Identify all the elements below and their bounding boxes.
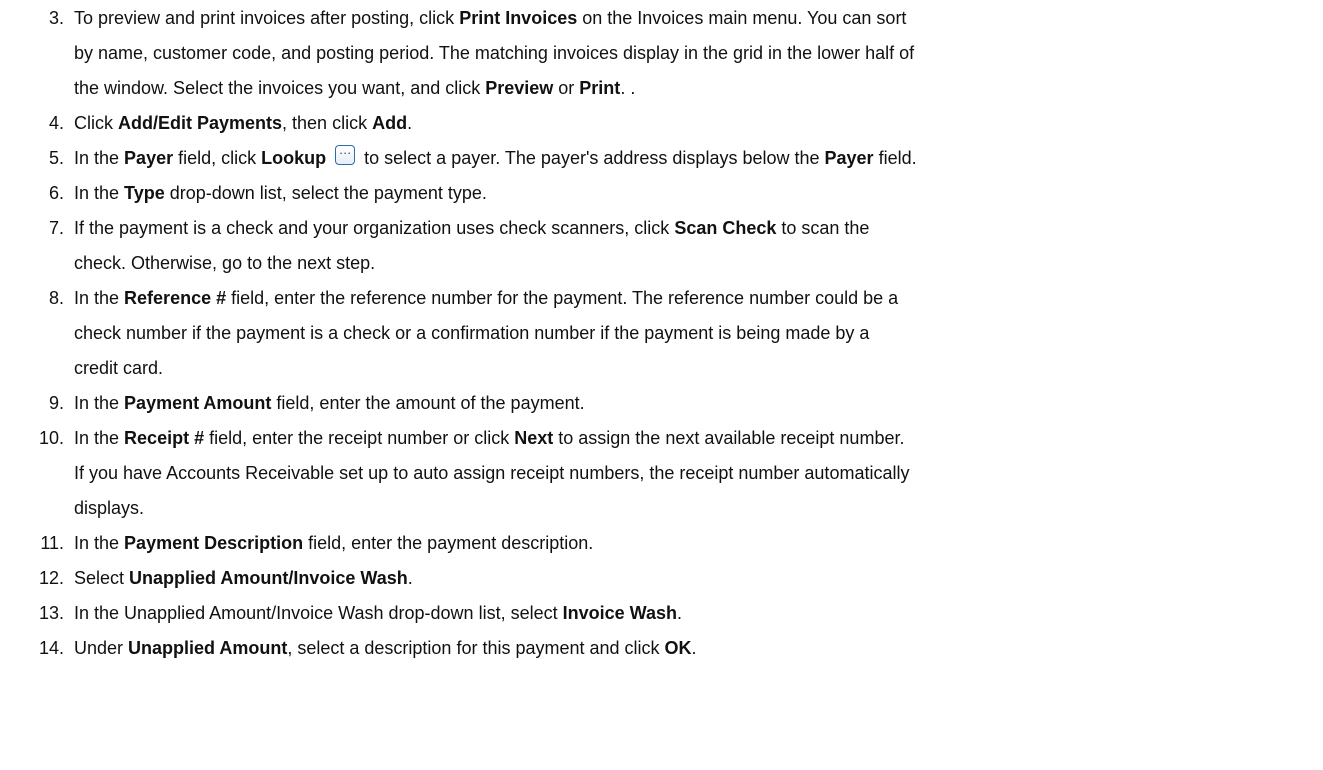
step-text-line: In the Payer field, click Lookup to sele… xyxy=(74,140,1319,176)
ui-term: Reference # xyxy=(124,288,227,308)
ui-term: Payment Description xyxy=(124,533,304,553)
step-number: 3. xyxy=(48,8,64,28)
step-number: 9. xyxy=(48,393,64,413)
ui-term: Print xyxy=(579,78,621,98)
step-text-line: by name, customer code, and posting peri… xyxy=(74,43,915,63)
ui-term: Type xyxy=(124,183,165,203)
ui-term: Receipt # xyxy=(124,428,205,448)
step-item: 11. In the Payment Description field, ent… xyxy=(0,526,1323,561)
step-item: 13. In the Unapplied Amount/Invoice Wash … xyxy=(0,596,1323,631)
step-number: 12. xyxy=(38,568,64,588)
step-number: 7. xyxy=(48,218,64,238)
step-item: 4. Click Add/Edit Payments, then click Ad… xyxy=(0,106,1323,141)
step-text-line: To preview and print invoices after post… xyxy=(74,8,907,28)
step-text-line: In the Unapplied Amount/Invoice Wash dro… xyxy=(74,603,682,623)
step-number: 10. xyxy=(38,428,64,448)
step-item: 5. In the Payer field, click Lookup to se… xyxy=(0,140,1323,176)
step-number: 8. xyxy=(48,288,64,308)
step-text-line: If the payment is a check and your organ… xyxy=(74,218,870,238)
step-text-line: In the Receipt # field, enter the receip… xyxy=(74,428,905,448)
step-text-line: credit card. xyxy=(74,358,164,378)
step-item: 14. Under Unapplied Amount, select a desc… xyxy=(0,631,1323,666)
step-item: 8. In the Reference # field, enter the re… xyxy=(0,281,1323,386)
step-text-line: displays. xyxy=(74,498,145,518)
step-number: 11. xyxy=(40,533,64,553)
ui-term: Unapplied Amount xyxy=(128,638,288,658)
step-item: 3. To preview and print invoices after po… xyxy=(0,1,1323,106)
step-text-line: Under Unapplied Amount, select a descrip… xyxy=(74,638,697,658)
step-text-line: In the Type drop-down list, select the p… xyxy=(74,183,487,203)
step-text-line: Select Unapplied Amount/Invoice Wash. xyxy=(74,568,413,588)
step-item: 7. If the payment is a check and your org… xyxy=(0,211,1323,281)
step-text-line: the window. Select the invoices you want… xyxy=(74,78,636,98)
ui-term: Payer xyxy=(824,148,874,168)
ui-term: Preview xyxy=(485,78,554,98)
step-item: 6. In the Type drop-down list, select the… xyxy=(0,176,1323,211)
ui-term: Payment Amount xyxy=(124,393,272,413)
step-number: 5. xyxy=(48,148,64,168)
step-number: 14. xyxy=(38,638,64,658)
ui-term: Payer xyxy=(124,148,174,168)
step-text-line: Click Add/Edit Payments, then click Add. xyxy=(74,113,413,133)
ui-term: Next xyxy=(514,428,554,448)
ui-term: OK xyxy=(664,638,692,658)
ui-term: Add xyxy=(372,113,408,133)
step-number: 13. xyxy=(38,603,64,623)
step-text-line: check number if the payment is a check o… xyxy=(74,323,870,343)
step-text-line: If you have Accounts Receivable set up t… xyxy=(74,463,910,483)
step-text-line: check. Otherwise, go to the next step. xyxy=(74,253,376,273)
lookup-ellipsis-icon xyxy=(335,140,356,165)
ui-term: Print Invoices xyxy=(459,8,578,28)
step-number: 6. xyxy=(48,183,64,203)
step-number: 4. xyxy=(48,113,64,133)
ui-term: Add/Edit Payments xyxy=(118,113,283,133)
ui-term: Scan Check xyxy=(674,218,777,238)
step-text-line: In the Payment Description field, enter … xyxy=(74,533,594,553)
ui-term: Invoice Wash xyxy=(562,603,677,623)
ui-term: Lookup xyxy=(261,148,327,168)
step-item: 10. In the Receipt # field, enter the rec… xyxy=(0,421,1323,526)
step-text-line: In the Reference # field, enter the refe… xyxy=(74,288,899,308)
step-item: 9. In the Payment Amount field, enter the… xyxy=(0,386,1323,421)
step-text-line: In the Payment Amount field, enter the a… xyxy=(74,393,585,413)
step-item: 12. Select Unapplied Amount/Invoice Wash. xyxy=(0,561,1323,596)
ui-term: Unapplied Amount/Invoice Wash xyxy=(129,568,408,588)
